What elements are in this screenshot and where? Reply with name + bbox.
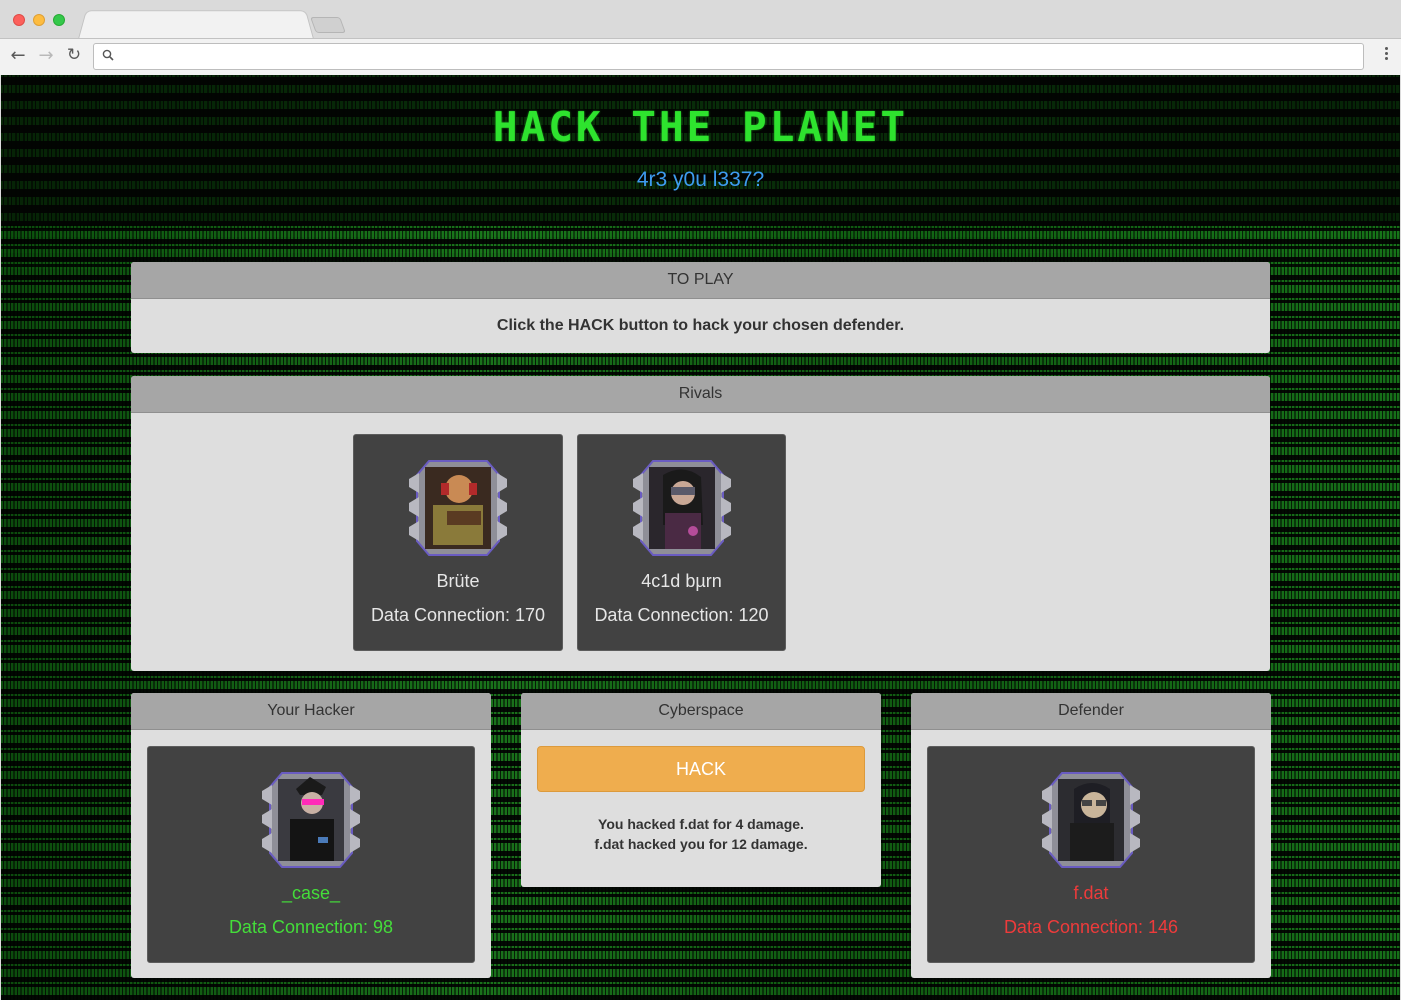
rivals-header: Rivals: [131, 376, 1270, 413]
cyberspace-panel: Cyberspace HACK You hacked f.dat for 4 d…: [521, 693, 881, 887]
search-icon: [102, 49, 114, 61]
rival-name: Brüte: [436, 571, 480, 591]
minimize-window-button[interactable]: [33, 14, 45, 26]
hack-button[interactable]: HACK: [537, 746, 865, 792]
page-subtitle: 4r3 y0u l337?: [636, 168, 765, 191]
defender-name: f.dat: [1073, 883, 1109, 903]
reload-button[interactable]: ↻: [63, 44, 85, 66]
your-hacker-header: Your Hacker: [131, 693, 491, 730]
rival-name: 4c1d bµrn: [641, 571, 722, 591]
battle-log-line: You hacked f.dat for 4 damage.: [598, 816, 804, 832]
instructions-text: Click the HACK button to hack your chose…: [496, 317, 905, 334]
rival-card-brute[interactable]: Brüte Data Connection: 170: [353, 434, 563, 651]
fdat-avatar-icon: [1042, 772, 1140, 868]
defender-panel: Defender f.dat Data Connection: 146: [911, 693, 1271, 978]
defender-header: Defender: [911, 693, 1271, 730]
rival-card-4c1d-burn[interactable]: 4c1d bµrn Data Connection: 120: [577, 434, 786, 651]
your-hacker-card: _case_ Data Connection: 98: [147, 746, 475, 963]
maximize-window-button[interactable]: [53, 14, 65, 26]
instructions-header: TO PLAY: [131, 262, 1270, 299]
back-button[interactable]: ←: [7, 44, 29, 66]
brute-avatar-icon: [409, 460, 507, 556]
battle-log-line: f.dat hacked you for 12 damage.: [594, 836, 808, 852]
tab-strip: [0, 0, 1401, 39]
your-hacker-name: _case_: [281, 883, 341, 903]
browser-toolbar: ← → ↻: [0, 38, 1401, 75]
defender-card: f.dat Data Connection: 146: [927, 746, 1255, 963]
new-tab-button[interactable]: [310, 17, 346, 33]
your-hacker-panel: Your Hacker _case_ Data Connection: 98: [131, 693, 491, 978]
case-avatar-icon: [262, 772, 360, 868]
active-tab[interactable]: [78, 10, 314, 39]
cyberspace-header: Cyberspace: [521, 693, 881, 730]
address-bar[interactable]: [93, 43, 1364, 70]
defender-data-connection: Data Connection: 146: [1003, 917, 1179, 937]
rival-data-connection: Data Connection: 120: [594, 605, 769, 625]
game-page: HACK THE PLANET 4r3 y0u l337? TO PLAY Cl…: [1, 75, 1400, 1000]
acid-burn-avatar-icon: [632, 460, 731, 556]
browser-menu-icon[interactable]: [1385, 47, 1389, 65]
reload-icon: ↻: [66, 45, 82, 65]
rival-data-connection: Data Connection: 170: [370, 605, 546, 625]
instructions-panel: TO PLAY Click the HACK button to hack yo…: [131, 262, 1270, 353]
your-hacker-data-connection: Data Connection: 98: [228, 917, 394, 937]
page-title: HACK THE PLANET: [492, 103, 909, 151]
close-window-button[interactable]: [13, 14, 25, 26]
forward-button[interactable]: →: [35, 44, 57, 66]
arrow-right-icon: →: [38, 44, 54, 66]
browser-chrome: ← → ↻: [0, 0, 1401, 75]
battle-log: You hacked f.dat for 4 damage. f.dat hac…: [521, 814, 881, 854]
arrow-left-icon: ←: [10, 44, 26, 66]
rivals-panel: Rivals Brüte Data Connection: 170 4c1d b…: [131, 376, 1270, 671]
